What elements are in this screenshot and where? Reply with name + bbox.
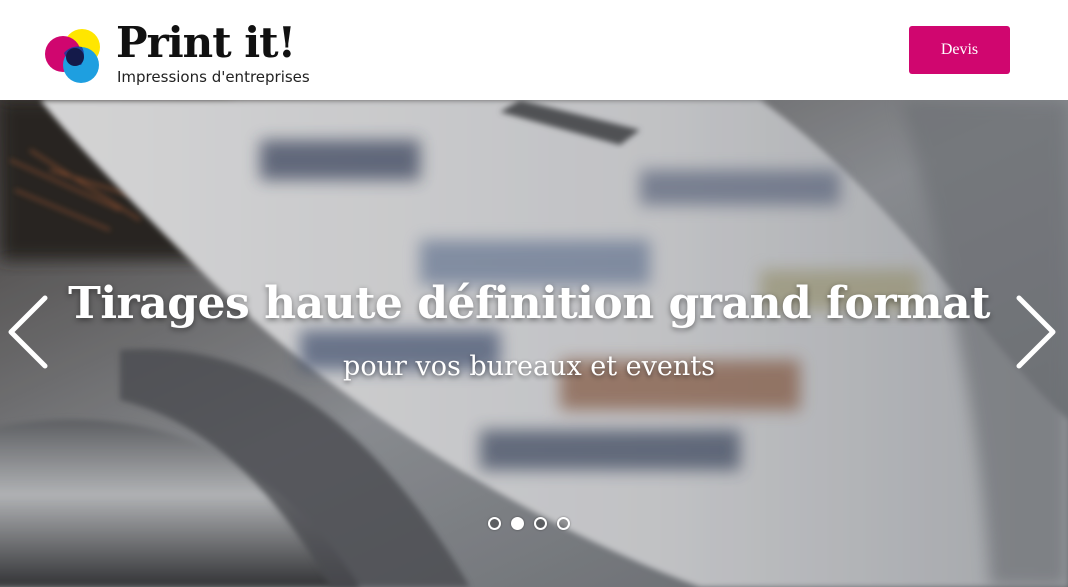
- chevron-right-icon: [1016, 295, 1056, 369]
- logo-title: Print it!: [116, 18, 296, 67]
- carousel-next-button[interactable]: [1008, 292, 1064, 372]
- carousel-indicator-dot[interactable]: [488, 517, 501, 530]
- printing-press-background: [0, 100, 1068, 587]
- site-header: Print it! Impressions d'entreprises Devi…: [0, 0, 1068, 100]
- logo-subtitle: Impressions d'entreprises: [117, 68, 310, 86]
- hero-headline: Tirages haute définition grand format: [68, 278, 990, 329]
- hero-subline: pour vos bureaux et events: [343, 351, 715, 382]
- cmyk-circles-icon: [45, 29, 100, 83]
- logo[interactable]: Print it! Impressions d'entreprises: [42, 20, 312, 88]
- carousel-indicator-dot[interactable]: [534, 517, 547, 530]
- hero-carousel: Tirages haute définition grand format po…: [0, 100, 1068, 587]
- devis-button[interactable]: Devis: [909, 26, 1010, 74]
- carousel-indicator-dot[interactable]: [557, 517, 570, 530]
- carousel-indicators: [488, 517, 570, 531]
- chevron-left-icon: [8, 295, 48, 369]
- carousel-indicator-dot[interactable]: [511, 517, 524, 530]
- carousel-prev-button[interactable]: [0, 292, 56, 372]
